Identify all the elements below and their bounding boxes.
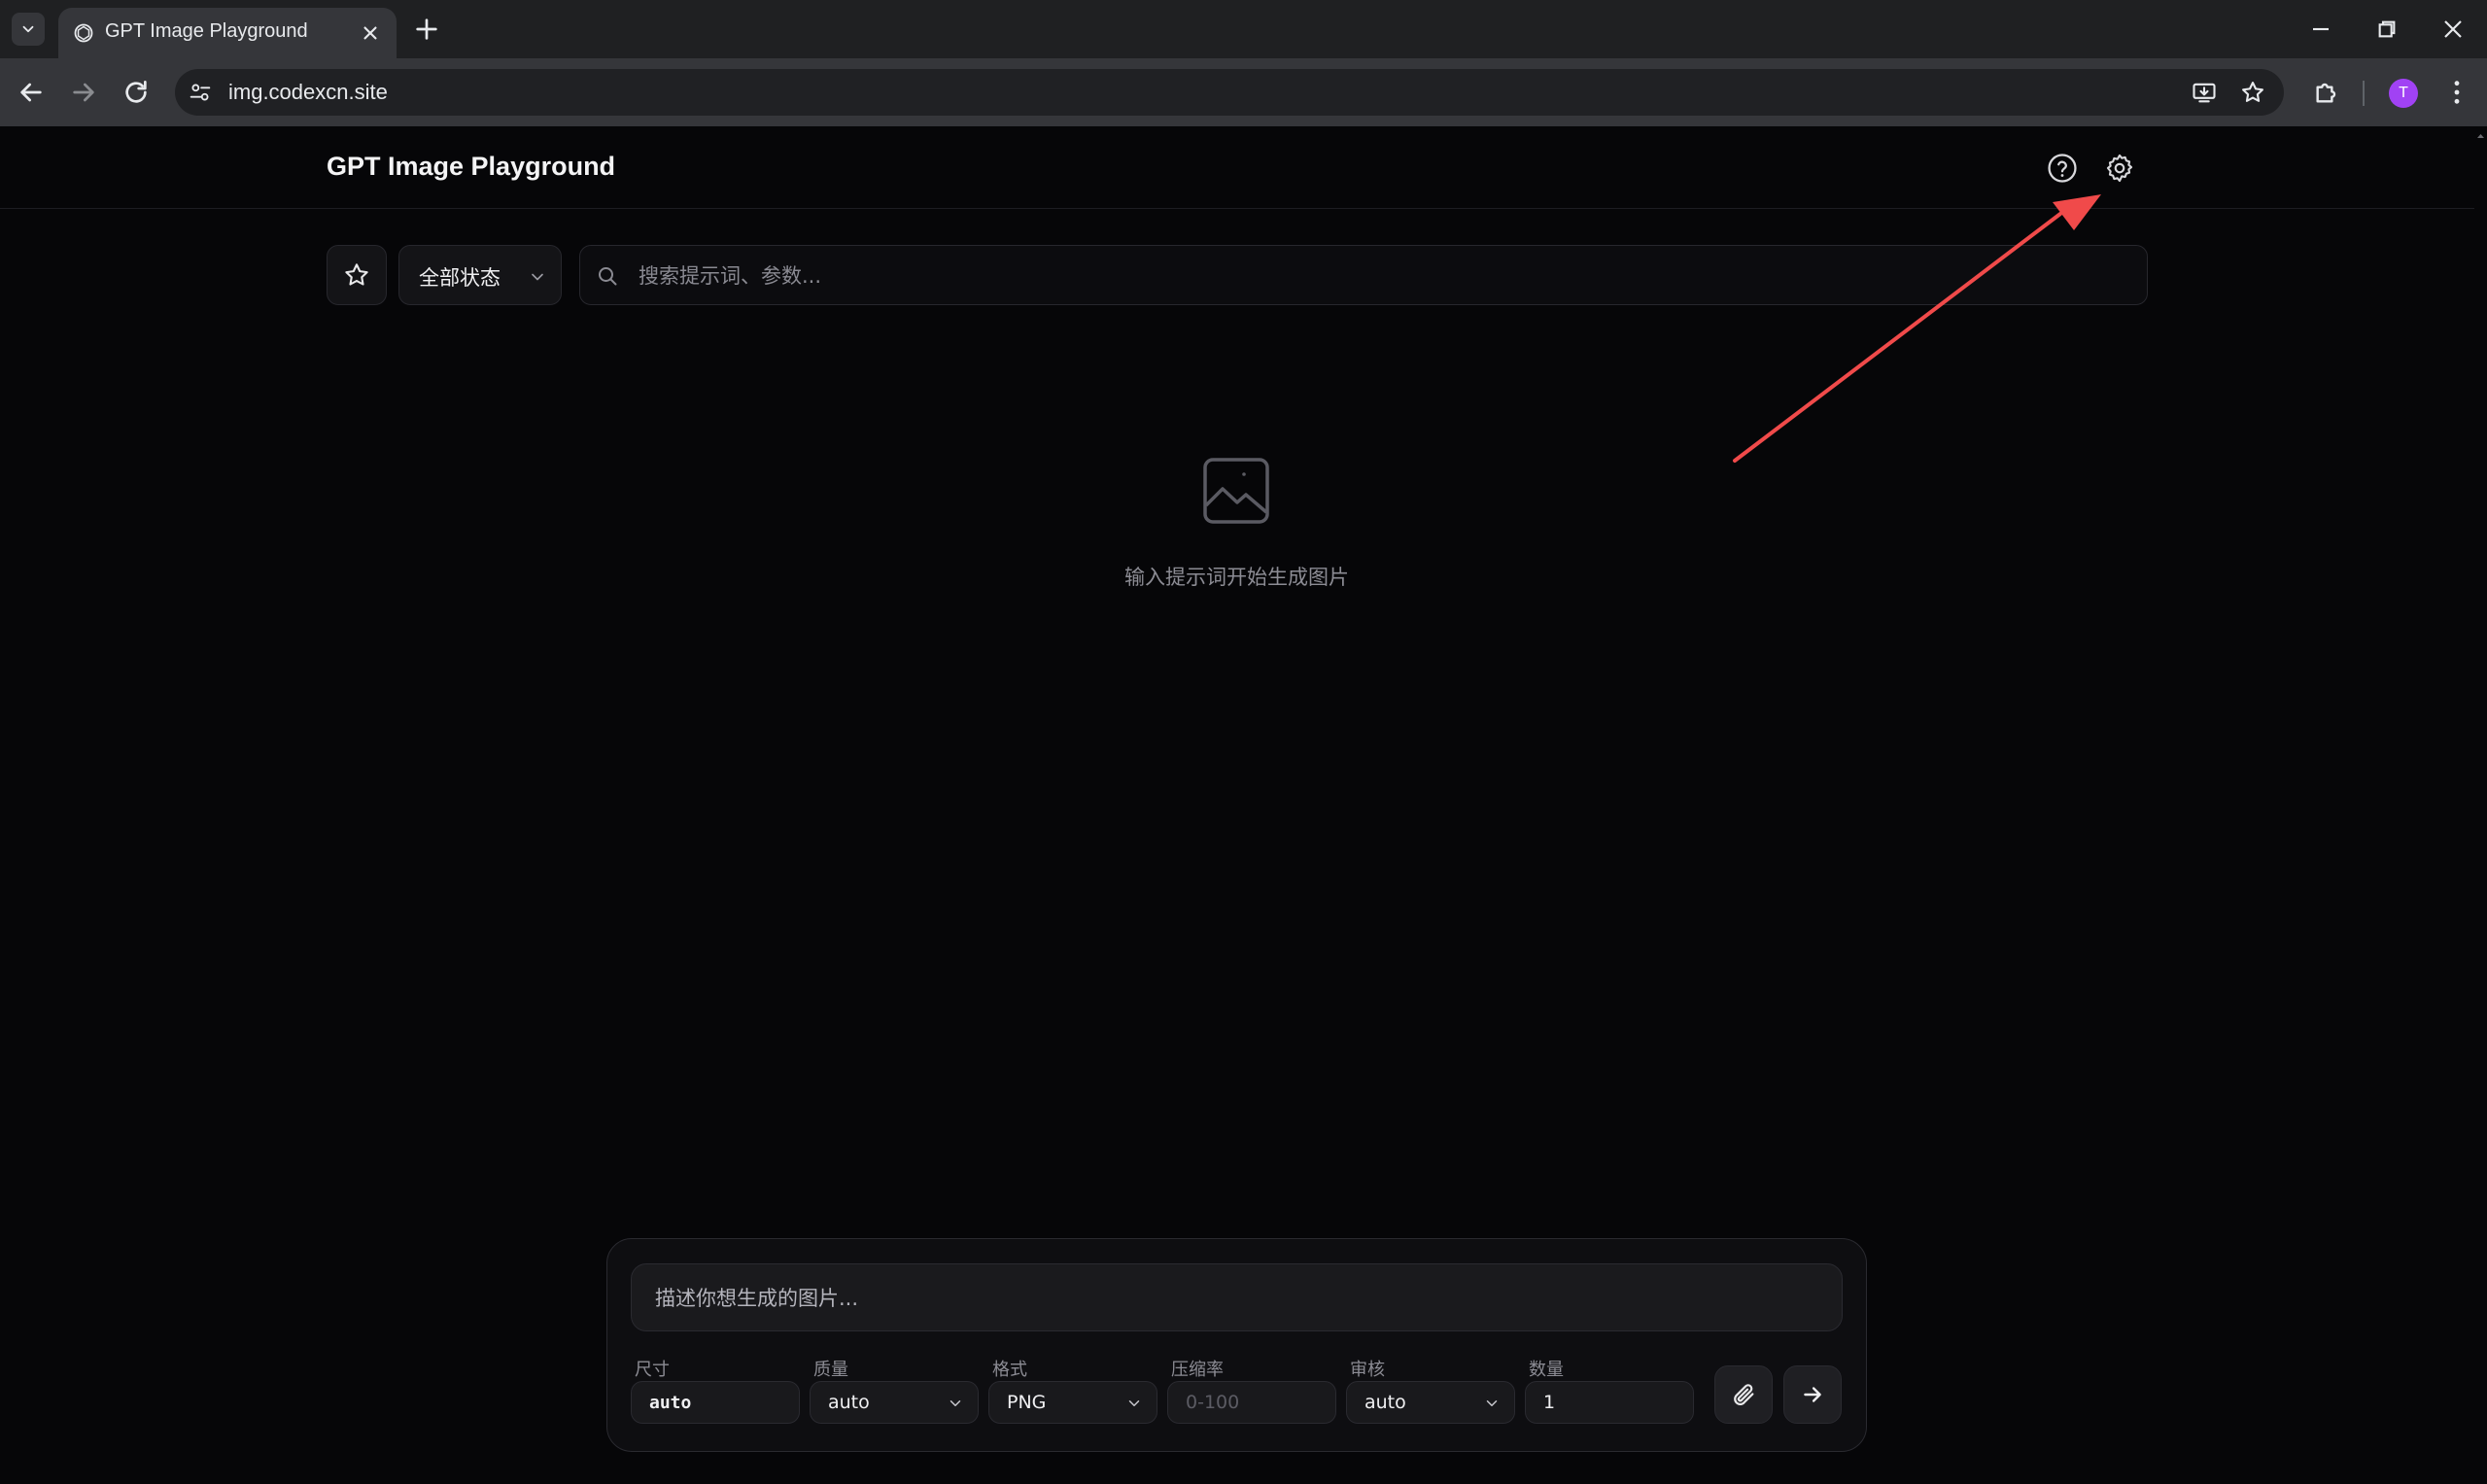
size-value: auto — [649, 1393, 692, 1413]
page-title: GPT Image Playground — [327, 152, 616, 181]
quality-select[interactable]: auto — [810, 1381, 979, 1424]
size-field[interactable]: auto — [631, 1381, 800, 1424]
profile-avatar[interactable]: T — [2389, 79, 2418, 108]
count-input[interactable]: 1 — [1525, 1381, 1694, 1424]
plus-icon[interactable] — [411, 14, 442, 45]
moderation-select[interactable]: auto — [1346, 1381, 1515, 1424]
browser-toolbar: img.codexcn.site — [0, 58, 2487, 126]
send-button[interactable] — [1783, 1365, 1842, 1424]
moderation-param: 审核 auto — [1346, 1356, 1515, 1424]
browser-tabbar: GPT Image Playground — [0, 0, 2487, 58]
count-label: 数量 — [1529, 1360, 1564, 1380]
chevron-down-icon — [1486, 1400, 1498, 1406]
back-arrow-icon[interactable] — [16, 77, 47, 108]
extensions-puzzle-icon[interactable] — [2311, 77, 2342, 108]
prompt-box[interactable] — [631, 1263, 1843, 1331]
attach-image-button[interactable] — [1714, 1365, 1773, 1424]
site-settings-icon[interactable] — [187, 79, 214, 106]
favorites-filter-button[interactable] — [327, 245, 387, 305]
format-value: PNG — [1007, 1392, 1047, 1413]
format-label: 格式 — [992, 1360, 1027, 1380]
chevron-down-icon — [22, 25, 34, 33]
browser-tab-active[interactable]: GPT Image Playground — [58, 8, 397, 58]
count-param: 数量 1 — [1525, 1356, 1694, 1424]
compression-placeholder: 0-100 — [1186, 1392, 1240, 1413]
toolbar-divider — [2363, 81, 2365, 106]
quality-value: auto — [828, 1392, 870, 1413]
openai-favicon-icon — [74, 23, 93, 43]
url-text: img.codexcn.site — [228, 80, 388, 104]
format-select[interactable]: PNG — [988, 1381, 1157, 1424]
chevron-down-icon — [1128, 1400, 1140, 1406]
close-icon[interactable] — [358, 20, 383, 46]
tab-title: GPT Image Playground — [105, 20, 308, 42]
window-close-icon[interactable] — [2437, 14, 2469, 45]
restore-icon[interactable] — [2371, 14, 2402, 45]
install-app-icon[interactable] — [2191, 79, 2218, 106]
format-param: 格式 PNG — [988, 1356, 1157, 1424]
moderation-label: 审核 — [1350, 1360, 1385, 1380]
settings-gear-icon[interactable] — [2103, 152, 2136, 185]
count-value: 1 — [1543, 1392, 1556, 1413]
quality-param: 质量 auto — [810, 1356, 979, 1424]
help-circle-icon[interactable] — [2046, 152, 2079, 185]
status-filter-select[interactable]: 全部状态 — [398, 245, 562, 305]
size-label: 尺寸 — [635, 1360, 670, 1380]
address-bar[interactable]: img.codexcn.site — [175, 69, 2284, 116]
annotation-arrow-icon — [1733, 194, 2101, 463]
minimize-icon[interactable] — [2305, 14, 2336, 45]
compression-param: 压缩率 0-100 — [1167, 1356, 1336, 1424]
tab-search-button[interactable] — [12, 13, 45, 46]
compression-input[interactable]: 0-100 — [1167, 1381, 1336, 1424]
paperclip-icon — [1734, 1384, 1754, 1406]
status-filter-value: 全部状态 — [419, 266, 501, 290]
chevron-down-icon — [532, 273, 543, 281]
size-param: 尺寸 auto — [631, 1356, 800, 1424]
more-vertical-icon[interactable] — [2441, 77, 2472, 108]
search-icon — [599, 267, 617, 286]
star-icon — [345, 263, 368, 286]
chevron-down-icon — [950, 1400, 961, 1406]
image-placeholder-icon — [1203, 458, 1269, 524]
reload-icon[interactable] — [121, 77, 152, 108]
scrollbar-up-arrow-icon[interactable] — [2474, 126, 2487, 146]
prompt-input[interactable] — [655, 1280, 1821, 1317]
empty-state-text: 输入提示词开始生成图片 — [1124, 566, 1349, 589]
prompt-composer: 尺寸 auto 质量 auto 格式 PNG 压缩率 0-100 审核 auto… — [606, 1238, 1867, 1452]
bookmark-star-icon[interactable] — [2239, 79, 2266, 106]
moderation-value: auto — [1364, 1392, 1406, 1413]
quality-label: 质量 — [813, 1360, 848, 1380]
arrow-right-icon — [1804, 1387, 1821, 1402]
compression-label: 压缩率 — [1171, 1360, 1224, 1380]
forward-arrow-icon[interactable] — [68, 77, 99, 108]
